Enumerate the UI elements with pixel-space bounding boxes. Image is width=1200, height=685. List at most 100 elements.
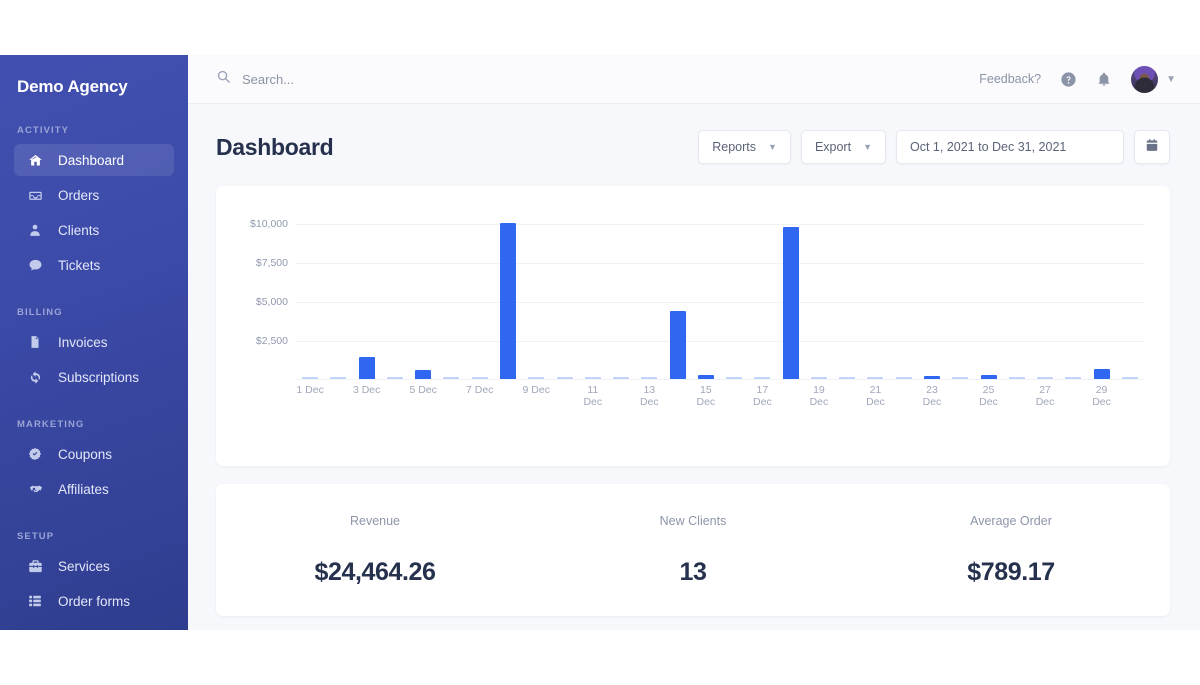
sidebar-item-dashboard[interactable]: Dashboard — [14, 144, 174, 176]
question-circle-icon[interactable] — [1060, 71, 1077, 88]
toolbox-icon — [28, 558, 48, 574]
chart-bar-slot[interactable] — [607, 208, 635, 380]
date-range-value: Oct 1, 2021 to Dec 31, 2021 — [910, 140, 1066, 154]
chart-bar-slot[interactable] — [692, 208, 720, 380]
chart-x-tick-label — [1116, 384, 1144, 408]
sidebar-item-label: Services — [58, 559, 110, 574]
export-dropdown[interactable]: Export ▼ — [801, 130, 886, 164]
grid-icon — [28, 593, 48, 609]
chevron-down-icon: ▼ — [768, 142, 777, 152]
search-icon — [216, 69, 231, 89]
chart-bar-slot[interactable] — [579, 208, 607, 380]
chart-bar-slot[interactable] — [353, 208, 381, 380]
chart-bar[interactable] — [783, 227, 799, 380]
sidebar-item-coupons[interactable]: Coupons — [14, 438, 174, 470]
chart-x-tick-label: 3 Dec — [353, 384, 381, 408]
chart-x-tick-label — [1059, 384, 1087, 408]
chart-bar-slot[interactable] — [437, 208, 465, 380]
stat-label: New Clients — [534, 514, 852, 528]
chart-bar-slot[interactable] — [946, 208, 974, 380]
chart-x-tick-label: 17 Dec — [748, 384, 776, 408]
chart-bar-slot[interactable] — [550, 208, 578, 380]
chevron-down-icon: ▼ — [1166, 74, 1176, 85]
sidebar-nav: ACTIVITYDashboardOrdersClientsTicketsBIL… — [0, 125, 188, 617]
search-input[interactable] — [242, 72, 542, 87]
chart-bar-slot[interactable] — [861, 208, 889, 380]
chart-x-tick-label: 11 Dec — [579, 384, 607, 408]
chart-y-tick-label: $5,000 — [256, 296, 288, 308]
chart-x-tick-label: 15 Dec — [692, 384, 720, 408]
sidebar-item-subscriptions[interactable]: Subscriptions — [14, 361, 174, 393]
summary-stats-card: Revenue$24,464.26New Clients13Average Or… — [216, 484, 1170, 616]
sidebar-section-title: MARKETING — [0, 419, 188, 430]
stat-average-order: Average Order$789.17 — [852, 514, 1170, 587]
chart-bars — [296, 208, 1144, 380]
bell-icon[interactable] — [1096, 71, 1112, 87]
chart-bar[interactable] — [670, 311, 686, 380]
sidebar-item-affiliates[interactable]: Affiliates — [14, 473, 174, 505]
search-area[interactable] — [216, 69, 979, 89]
sidebar-item-label: Clients — [58, 223, 99, 238]
chart-bar-slot[interactable] — [918, 208, 946, 380]
chart-bar-slot[interactable] — [522, 208, 550, 380]
chart-x-tick-label — [777, 384, 805, 408]
chart-x-tick-label — [381, 384, 409, 408]
account-menu[interactable]: ▼ — [1131, 66, 1176, 93]
chart-bar[interactable] — [500, 223, 516, 380]
chart-bar-slot[interactable] — [890, 208, 918, 380]
avatar — [1131, 66, 1158, 93]
chart-x-axis: 1 Dec3 Dec5 Dec7 Dec9 Dec11 Dec13 Dec15 … — [296, 384, 1144, 408]
stat-label: Average Order — [852, 514, 1170, 528]
chart-bar-slot[interactable] — [409, 208, 437, 380]
chart-x-tick-label: 27 Dec — [1031, 384, 1059, 408]
chart-bar-slot[interactable] — [1003, 208, 1031, 380]
stat-new-clients: New Clients 13 — [534, 514, 852, 587]
sidebar-item-tickets[interactable]: Tickets — [14, 249, 174, 281]
home-icon — [28, 152, 48, 168]
chart-bar-slot[interactable] — [777, 208, 805, 380]
sidebar-section-title: SETUP — [0, 531, 188, 542]
date-range-input[interactable]: Oct 1, 2021 to Dec 31, 2021 — [896, 130, 1124, 164]
reports-dropdown[interactable]: Reports ▼ — [698, 130, 791, 164]
chart-bar-slot[interactable] — [635, 208, 663, 380]
document-icon — [28, 334, 48, 350]
sidebar-item-services[interactable]: Services — [14, 550, 174, 582]
chart-bar-slot[interactable] — [324, 208, 352, 380]
chart-bar-slot[interactable] — [381, 208, 409, 380]
sidebar-item-label: Orders — [58, 188, 99, 203]
chart-bar-slot[interactable] — [1116, 208, 1144, 380]
chart-bar-slot[interactable] — [974, 208, 1002, 380]
chart-bar-slot[interactable] — [663, 208, 691, 380]
chart-bar-slot[interactable] — [748, 208, 776, 380]
sidebar-item-label: Subscriptions — [58, 370, 139, 385]
sidebar-item-invoices[interactable]: Invoices — [14, 326, 174, 358]
sidebar-item-order-forms[interactable]: Order forms — [14, 585, 174, 617]
chart-bar-slot[interactable] — [296, 208, 324, 380]
chart-bar-slot[interactable] — [1087, 208, 1115, 380]
chart-bar-slot[interactable] — [494, 208, 522, 380]
sidebar-item-label: Affiliates — [58, 482, 109, 497]
calendar-icon — [1145, 138, 1159, 157]
chart-bar-slot[interactable] — [805, 208, 833, 380]
feedback-link[interactable]: Feedback? — [979, 72, 1041, 86]
chart-bar-slot[interactable] — [1031, 208, 1059, 380]
chart-y-tick-label: $2,500 — [256, 335, 288, 347]
chat-bubble-icon — [28, 257, 48, 273]
chart-bar[interactable] — [359, 357, 375, 380]
chart-x-tick-label — [946, 384, 974, 408]
sidebar-item-orders[interactable]: Orders — [14, 179, 174, 211]
topbar: Feedback? ▼ — [188, 55, 1200, 104]
calendar-button[interactable] — [1134, 130, 1170, 164]
stat-revenue: Revenue$24,464.26 — [216, 514, 534, 587]
chart-x-tick-label: 23 Dec — [918, 384, 946, 408]
chart-bar-slot[interactable] — [466, 208, 494, 380]
sidebar-item-clients[interactable]: Clients — [14, 214, 174, 246]
chart-bar-slot[interactable] — [1059, 208, 1087, 380]
chart-x-tick-label: 5 Dec — [409, 384, 437, 408]
reports-label: Reports — [712, 140, 756, 154]
stat-value: 13 — [534, 558, 852, 587]
brand-title: Demo Agency — [0, 69, 188, 99]
chart-x-tick-label — [437, 384, 465, 408]
chart-bar-slot[interactable] — [833, 208, 861, 380]
chart-bar-slot[interactable] — [720, 208, 748, 380]
